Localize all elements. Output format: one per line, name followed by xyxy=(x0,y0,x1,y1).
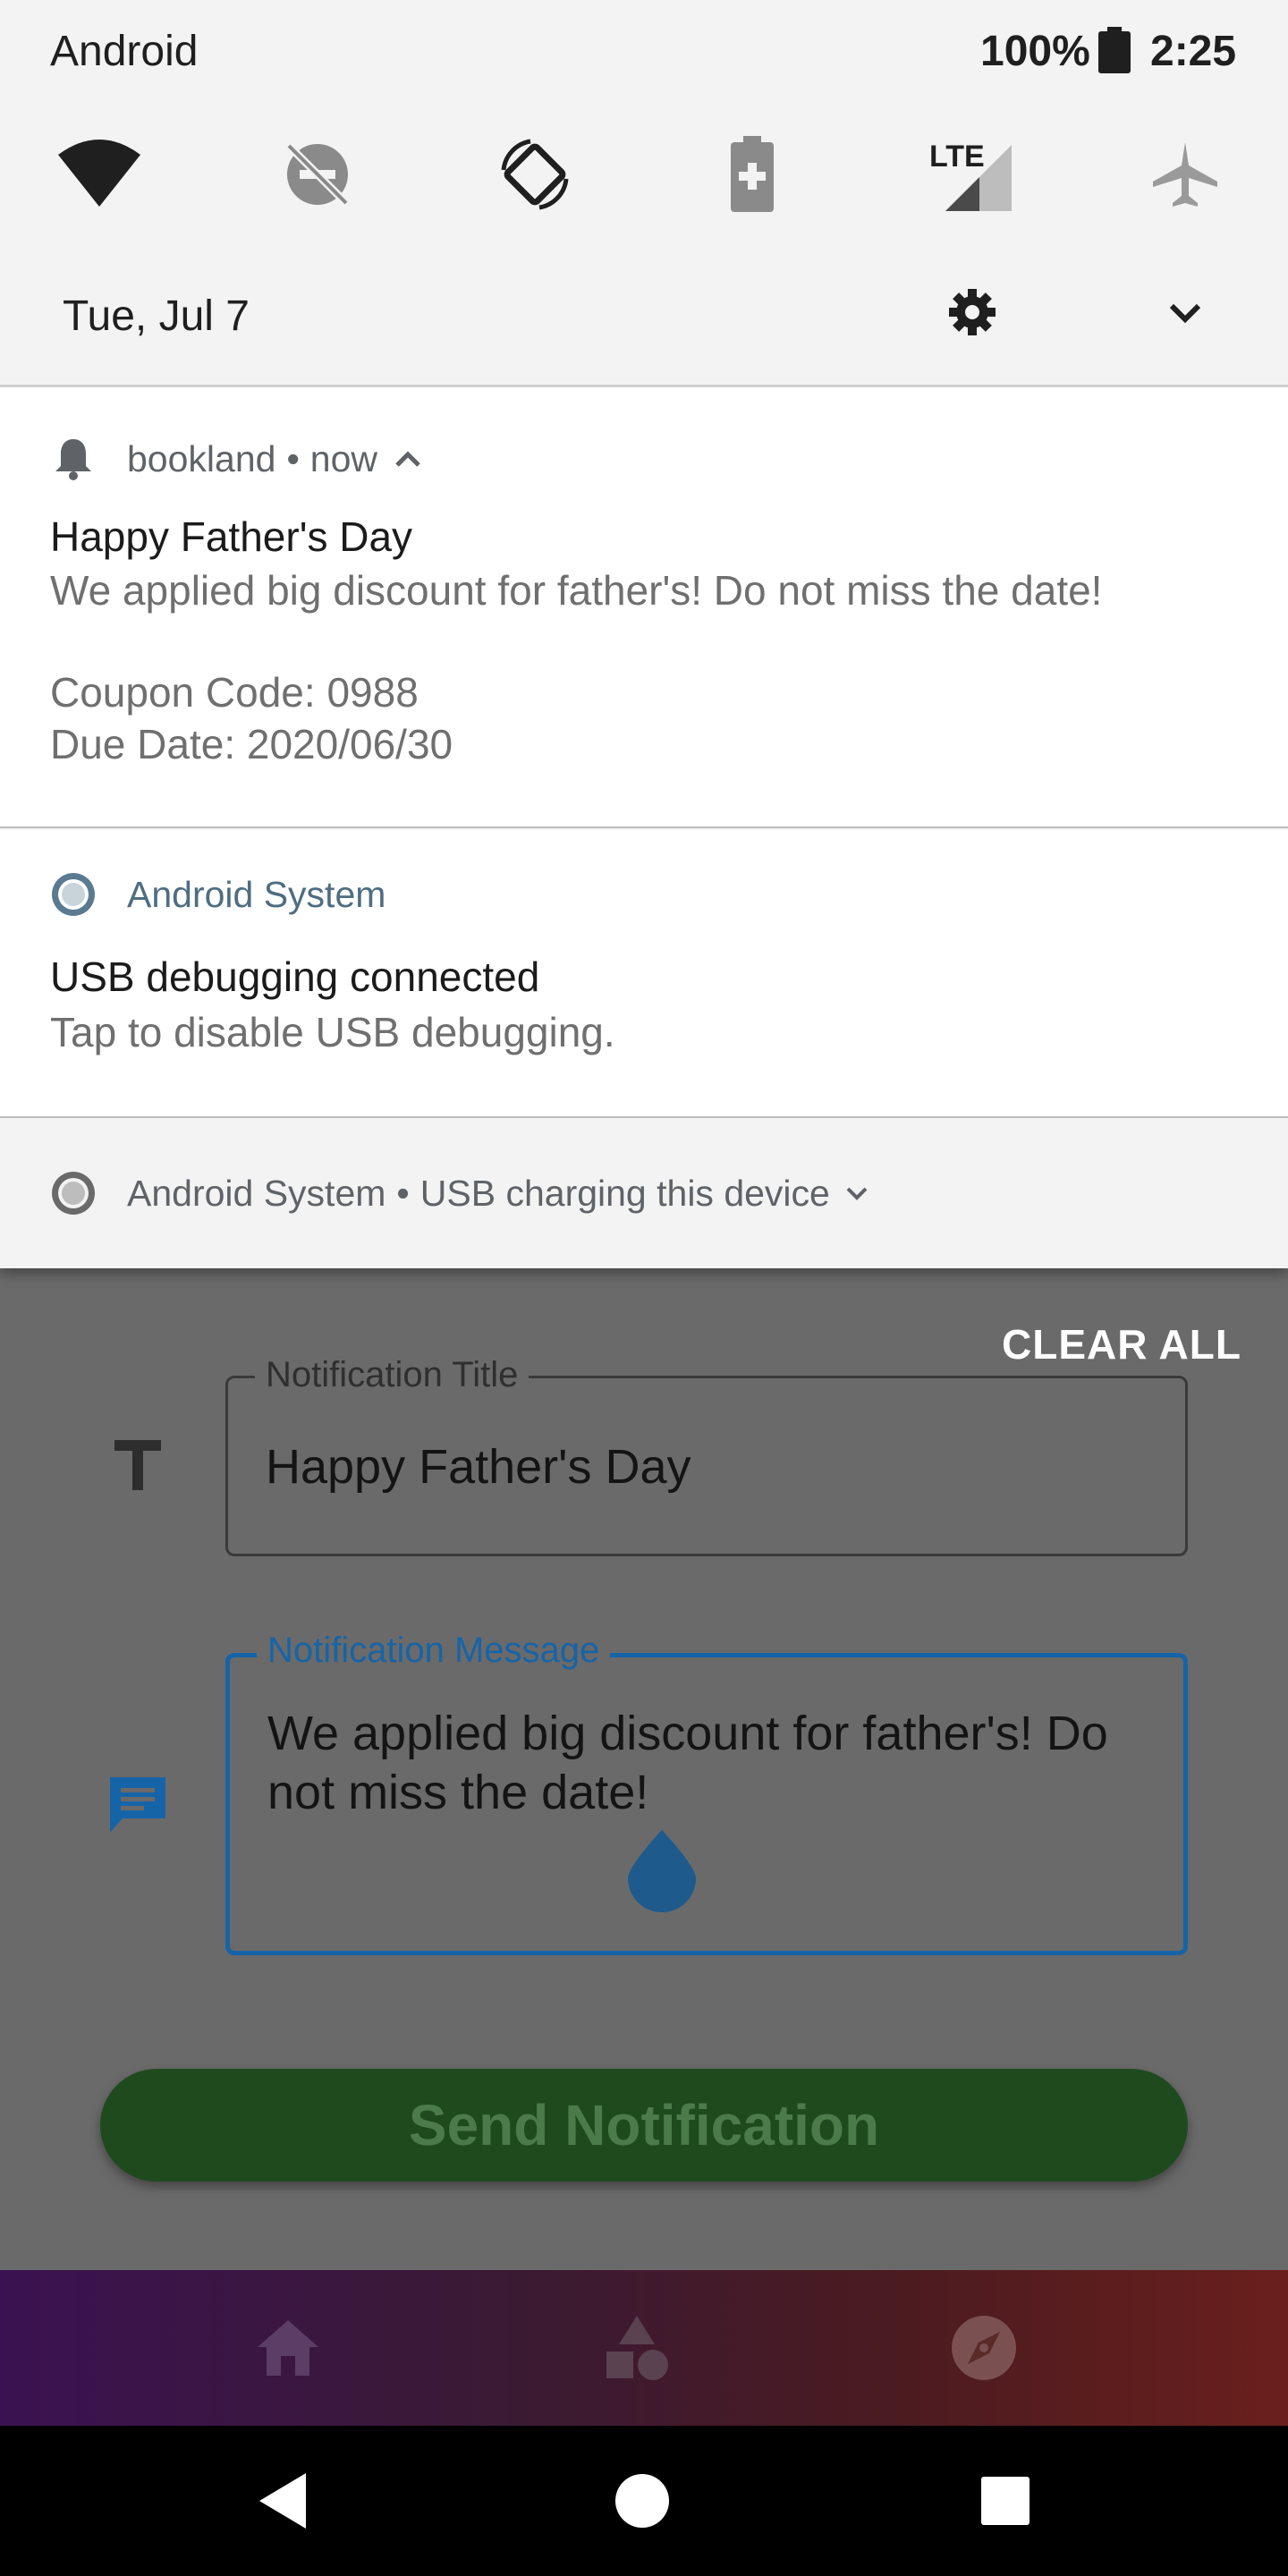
battery-percentage: 100% xyxy=(980,28,1090,75)
bell-icon xyxy=(55,439,91,480)
notification-title-field[interactable]: Notification Title Happy Father's Day xyxy=(225,1355,1188,1556)
carrier-label: Android xyxy=(50,28,199,75)
title-field-value[interactable]: Happy Father's Day xyxy=(266,1437,691,1496)
recents-icon[interactable] xyxy=(968,2463,1043,2538)
text-cursor-handle[interactable] xyxy=(626,1823,698,1912)
battery-saver-icon[interactable] xyxy=(703,125,801,224)
separator-dot: • xyxy=(286,437,300,479)
notification-header: Android System xyxy=(50,868,386,921)
title-field-label: Notification Title xyxy=(255,1355,530,1395)
battery-icon xyxy=(1098,27,1131,73)
message-field-value[interactable]: We applied big discount for father's! Do… xyxy=(267,1704,1162,1822)
notification-usb-debugging[interactable]: Android System USB debugging connected T… xyxy=(0,830,1288,1118)
message-icon xyxy=(102,1769,174,1841)
lte-signal-icon[interactable]: LTE xyxy=(921,125,1020,224)
quick-settings-row: LTE xyxy=(0,125,1288,224)
notification-body: Tap to disable USB debugging. xyxy=(50,1009,615,1055)
notification-time: now xyxy=(309,437,378,479)
explore-icon[interactable] xyxy=(941,2308,1027,2388)
clear-all-button[interactable]: CLEAR ALL xyxy=(1002,1320,1241,1368)
separator-dot: • xyxy=(396,1172,410,1214)
notification-header: bookland • now xyxy=(50,432,426,486)
date-label: Tue, Jul 7 xyxy=(63,292,250,340)
notification-app-name: bookland xyxy=(127,437,276,479)
notification-body-line: We applied big discount for father's! Do… xyxy=(50,567,1103,614)
send-notification-button[interactable]: Send Notification xyxy=(100,2069,1188,2182)
svg-text:LTE: LTE xyxy=(929,140,985,174)
text-format-icon xyxy=(102,1429,174,1501)
dnd-off-icon[interactable] xyxy=(268,125,367,224)
notification-title: USB debugging connected xyxy=(50,953,540,1000)
app-screen: CLEAR ALL Notification Title Happy Fathe… xyxy=(0,1268,1288,2270)
chevron-down-icon[interactable] xyxy=(1165,295,1206,331)
notification-usb-charging[interactable]: Android System • USB charging this devic… xyxy=(0,1120,1288,1268)
clock: 2:25 xyxy=(1150,28,1237,75)
due-date: Due Date: 2020/06/30 xyxy=(50,721,453,767)
android-system-icon xyxy=(52,873,95,916)
message-field-label: Notification Message xyxy=(257,1631,611,1671)
chevron-up-icon[interactable] xyxy=(390,445,426,472)
notification-body: We applied big discount for father's! Do… xyxy=(50,564,1102,770)
notification-header: Android System • USB charging this devic… xyxy=(50,1166,875,1220)
wifi-icon[interactable] xyxy=(50,125,148,224)
system-navigation-bar xyxy=(0,2426,1288,2576)
notification-shade: Android 100% 2:25 LTE Tue, Jul 7 booklan… xyxy=(0,0,1288,1268)
notification-message-field[interactable]: Notification Message We applied big disc… xyxy=(225,1631,1188,1955)
airplane-mode-icon[interactable] xyxy=(1136,125,1234,224)
gear-icon[interactable] xyxy=(948,288,996,336)
categories-icon[interactable] xyxy=(594,2308,680,2388)
status-bar: Android 100% 2:25 xyxy=(0,0,1288,106)
notification-bookland[interactable]: bookland • now Happy Father's Day We app… xyxy=(0,387,1288,828)
notification-app-name: Android System xyxy=(127,1172,386,1214)
home-icon[interactable] xyxy=(245,2308,331,2388)
notification-app-name: Android System xyxy=(127,873,386,915)
auto-rotate-icon[interactable] xyxy=(486,125,584,224)
notification-summary: USB charging this device xyxy=(419,1172,830,1214)
back-icon[interactable] xyxy=(245,2463,320,2538)
coupon-code: Coupon Code: 0988 xyxy=(50,669,419,716)
bottom-navigation xyxy=(0,2270,1288,2426)
notification-title: Happy Father's Day xyxy=(50,513,413,560)
android-system-icon xyxy=(52,1172,95,1215)
home-circle-icon[interactable] xyxy=(605,2463,680,2538)
chevron-down-icon[interactable] xyxy=(839,1180,875,1207)
